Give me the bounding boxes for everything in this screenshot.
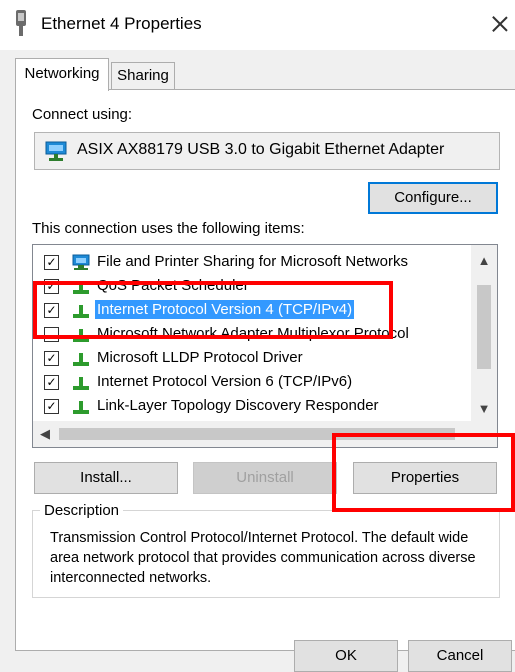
item-label: Microsoft LLDP Protocol Driver bbox=[97, 349, 303, 366]
network-protocol-icon bbox=[73, 281, 89, 294]
configure-button[interactable]: Configure... bbox=[368, 182, 498, 214]
connect-using-label: Connect using: bbox=[32, 106, 133, 123]
network-protocol-icon bbox=[73, 353, 89, 366]
network-protocol-icon bbox=[73, 401, 89, 414]
item-label: Internet Protocol Version 4 (TCP/IPv4) bbox=[95, 300, 355, 319]
adapter-field: ASIX AX88179 USB 3.0 to Gigabit Ethernet… bbox=[34, 132, 500, 170]
scroll-left-icon[interactable]: ◀ bbox=[35, 424, 55, 444]
items-list[interactable]: ✓ File and Printer Sharing for Microsoft… bbox=[32, 244, 498, 448]
network-adapter-icon bbox=[45, 141, 67, 161]
properties-button[interactable]: Properties bbox=[353, 462, 497, 494]
cancel-button[interactable]: Cancel bbox=[408, 640, 512, 672]
install-button[interactable]: Install... bbox=[34, 462, 178, 494]
description-text: Transmission Control Protocol/Internet P… bbox=[50, 530, 476, 586]
checkbox[interactable]: ✓ bbox=[44, 351, 59, 366]
tab-networking[interactable]: Networking bbox=[15, 58, 109, 91]
close-icon[interactable] bbox=[486, 10, 514, 38]
network-protocol-icon bbox=[73, 377, 89, 390]
tab-sharing[interactable]: Sharing bbox=[111, 62, 175, 90]
list-item-ipv6[interactable]: ✓ Internet Protocol Version 6 (TCP/IPv6) bbox=[33, 370, 471, 394]
title-bar: Ethernet 4 Properties bbox=[0, 0, 515, 50]
network-adapter-icon bbox=[16, 10, 26, 36]
item-label: Internet Protocol Version 6 (TCP/IPv6) bbox=[97, 373, 353, 390]
item-label: File and Printer Sharing for Microsoft N… bbox=[97, 253, 408, 270]
checkbox[interactable]: ✓ bbox=[44, 375, 59, 390]
scroll-thumb[interactable] bbox=[59, 428, 455, 440]
checkbox[interactable]: ✓ bbox=[44, 399, 59, 414]
items-label: This connection uses the following items… bbox=[32, 220, 305, 237]
list-item-ipv4[interactable]: ✓ Internet Protocol Version 4 (TCP/IPv4) bbox=[33, 298, 471, 322]
list-item-lldp[interactable]: ✓ Microsoft LLDP Protocol Driver bbox=[33, 346, 471, 370]
item-label: Link-Layer Topology Discovery Responder bbox=[97, 397, 379, 414]
checkbox[interactable] bbox=[44, 327, 59, 342]
scroll-up-icon[interactable]: ▲ bbox=[471, 251, 497, 271]
list-item-multiplexor[interactable]: Microsoft Network Adapter Multiplexor Pr… bbox=[33, 322, 471, 346]
window-title: Ethernet 4 Properties bbox=[41, 14, 202, 33]
description-title: Description bbox=[40, 502, 124, 519]
checkbox[interactable]: ✓ bbox=[44, 279, 59, 294]
adapter-name: ASIX AX88179 USB 3.0 to Gigabit Ethernet… bbox=[77, 141, 445, 158]
scroll-thumb[interactable] bbox=[477, 285, 491, 369]
scroll-down-icon[interactable]: ▼ bbox=[471, 399, 497, 419]
checkbox[interactable]: ✓ bbox=[44, 303, 59, 318]
network-protocol-icon bbox=[73, 305, 89, 318]
list-item-file-printer-sharing[interactable]: ✓ File and Printer Sharing for Microsoft… bbox=[33, 250, 471, 274]
network-share-icon bbox=[72, 254, 90, 270]
item-label: Microsoft Network Adapter Multiplexor Pr… bbox=[97, 325, 409, 342]
list-item-qos[interactable]: ✓ QoS Packet Scheduler bbox=[33, 274, 471, 298]
vertical-scrollbar[interactable]: ▲ ▼ bbox=[471, 245, 497, 421]
ok-button[interactable]: OK bbox=[294, 640, 398, 672]
uninstall-button[interactable]: Uninstall bbox=[193, 462, 337, 494]
horizontal-scrollbar[interactable]: ◀ bbox=[33, 421, 497, 447]
network-protocol-icon bbox=[73, 329, 89, 342]
item-label: QoS Packet Scheduler bbox=[97, 277, 249, 294]
list-item-lltd[interactable]: ✓ Link-Layer Topology Discovery Responde… bbox=[33, 394, 471, 418]
checkbox[interactable]: ✓ bbox=[44, 255, 59, 270]
